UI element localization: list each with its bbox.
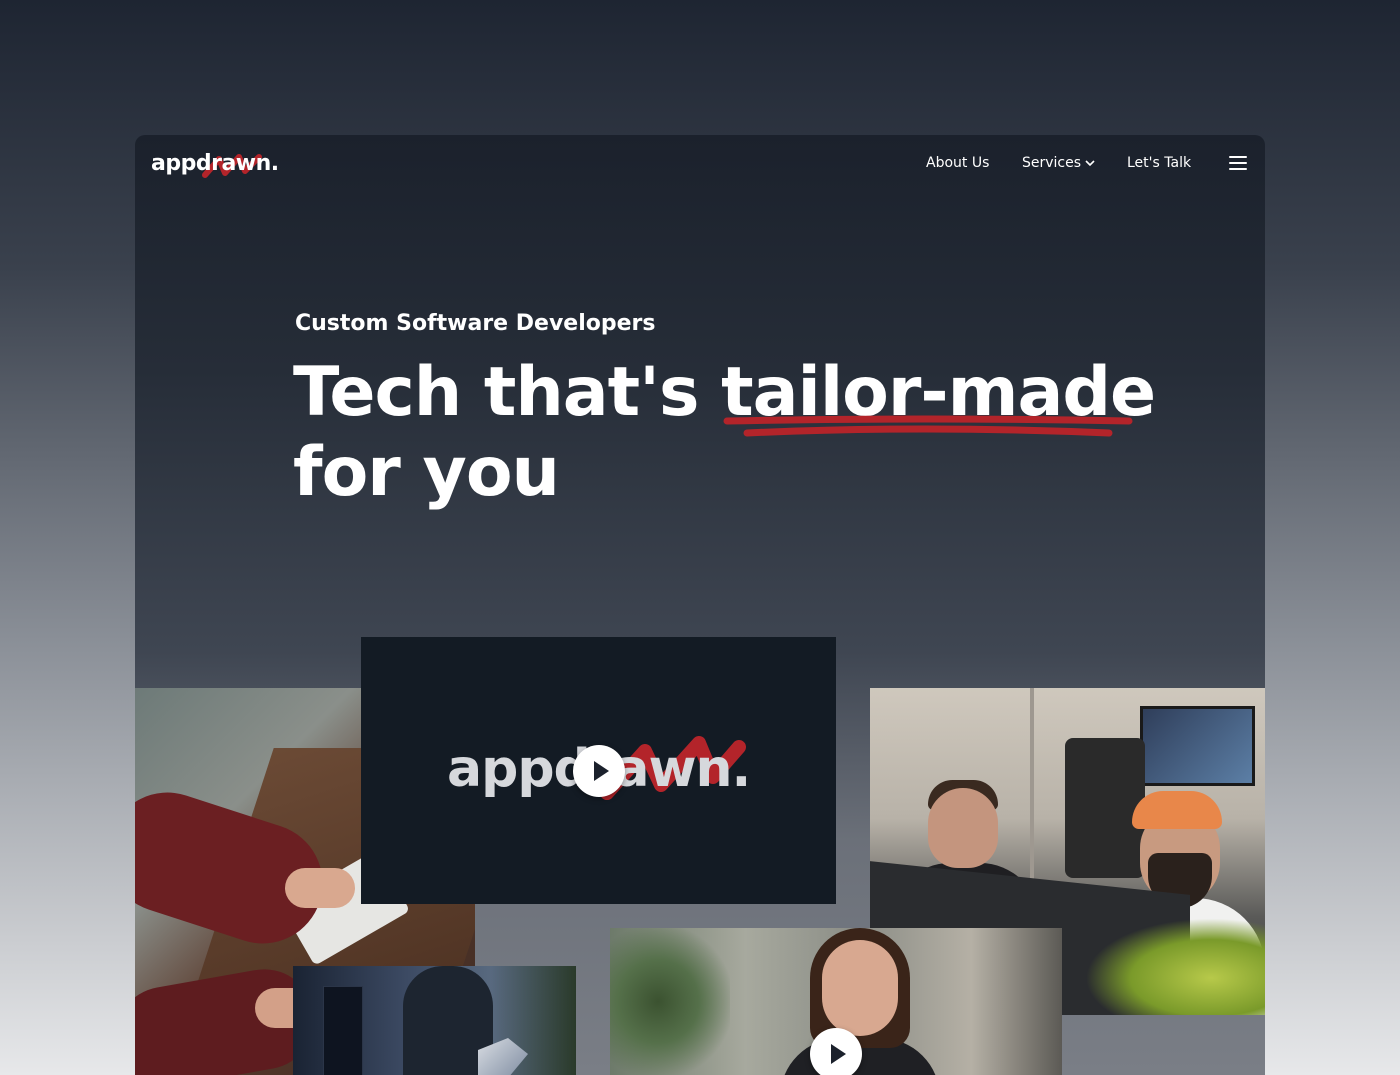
chevron-down-icon [1085,159,1095,166]
showreel-video[interactable]: appdrawn. [361,637,836,904]
award-photo [293,966,576,1075]
logo-text: appdrawn. [151,151,279,176]
appdrawn-logo[interactable]: appdrawn. [151,147,279,181]
headline-highlight: tailor-made [721,353,1156,437]
nav-lets-talk[interactable]: Let's Talk [1127,155,1191,171]
hero-eyebrow: Custom Software Developers [295,311,656,336]
top-navigation: appdrawn. About Us Services Let's Talk [135,135,1265,193]
testimonial-video[interactable] [610,928,1062,1075]
play-icon[interactable] [573,745,625,797]
page-background: appdrawn. About Us Services Let's Talk C… [0,0,1400,1075]
nav-about-us[interactable]: About Us [926,155,989,171]
website-preview: appdrawn. About Us Services Let's Talk C… [135,135,1265,1075]
headline-part-1: Tech that's [293,353,722,432]
hamburger-menu-icon[interactable] [1229,156,1247,170]
headline-part-2: for you [293,433,560,512]
hero-headline: Tech that's tailor-made for you [293,353,1193,513]
brush-underline-icon [723,415,1133,437]
play-icon[interactable] [810,1028,862,1075]
nav-services[interactable]: Services [1022,155,1095,171]
nav-services-label: Services [1022,155,1082,171]
